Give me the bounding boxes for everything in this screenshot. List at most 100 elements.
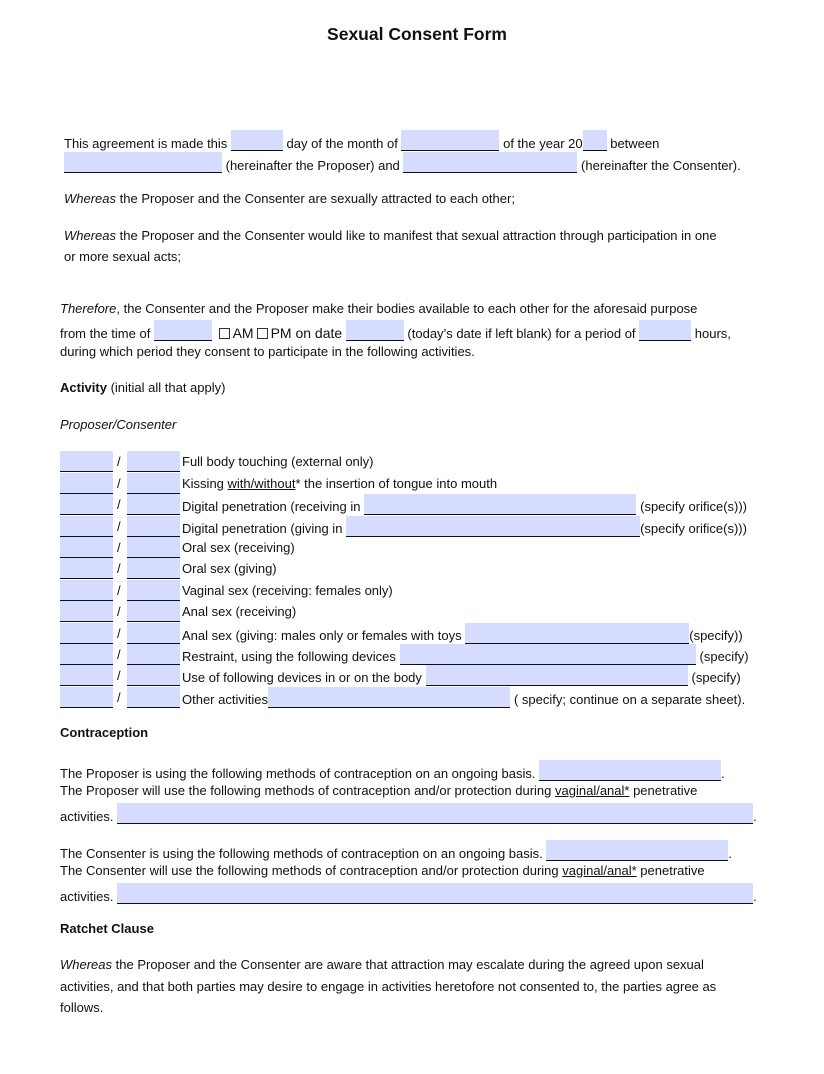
intro-text: (hereinafter the Proposer) and	[225, 158, 400, 173]
vaginal-anal-option: vaginal/anal*	[555, 783, 630, 798]
proposer-activities-line: activities. .	[60, 803, 757, 826]
period: .	[721, 766, 725, 781]
proposer-initial-field[interactable]	[60, 687, 113, 708]
proposer-initial-field[interactable]	[60, 451, 113, 472]
proposer-initial-field[interactable]	[60, 665, 113, 686]
consenter-initial-field[interactable]	[127, 601, 180, 622]
consenter-will-line: The Consenter will use the following met…	[60, 862, 705, 880]
activity-specify-field[interactable]	[346, 516, 641, 537]
consenter-name-field[interactable]	[403, 152, 578, 173]
pm-label: PM on date	[270, 325, 343, 341]
consenter-initial-field[interactable]	[127, 558, 180, 579]
ratchet-text: the Proposer and the Consenter are aware…	[112, 957, 704, 972]
whereas-clause-1: Whereas the Proposer and the Consenter a…	[64, 190, 515, 208]
proposer-will-line: The Proposer will use the following meth…	[60, 782, 697, 800]
proposer-initial-field[interactable]	[60, 473, 113, 494]
activity-label-text: Anal sex (receiving)	[182, 604, 297, 619]
consenter-initial-field[interactable]	[127, 494, 180, 515]
activity-label-text: Anal sex (giving: males only or females …	[182, 628, 462, 643]
activity-specify-field[interactable]	[465, 623, 690, 644]
proposer-will-text: The Proposer will use the following meth…	[60, 783, 556, 798]
activity-specify-field[interactable]	[364, 494, 637, 515]
activity-label-text: Full body touching (external only)	[182, 454, 374, 469]
proposer-ongoing-field[interactable]	[539, 760, 722, 781]
separator-slash: /	[117, 497, 121, 512]
date-field[interactable]	[345, 320, 404, 341]
consenter-initial-field[interactable]	[127, 623, 180, 644]
am-label: AM	[232, 325, 254, 341]
with-without-option: with/without	[227, 476, 296, 491]
ratchet-lead: Whereas	[60, 957, 113, 972]
proposer-protection-field[interactable]	[117, 803, 754, 824]
activity-label-text: Digital penetration (receiving in	[182, 499, 361, 514]
therefore-text: , the Consenter and the Proposer make th…	[116, 301, 698, 316]
contraception-heading: Contraception	[60, 725, 149, 740]
consenter-initial-field[interactable]	[127, 644, 180, 665]
activity-heading-bold: Activity	[60, 380, 107, 395]
therefore-line-2: from the time of AM PM on date (today’s d…	[60, 320, 731, 343]
whereas-clause-2-cont: or more sexual acts;	[64, 249, 182, 264]
whereas-lead: Whereas	[64, 228, 117, 243]
consenter-initial-field[interactable]	[127, 687, 180, 708]
hours-field[interactable]	[639, 320, 692, 341]
therefore-line-3: during which period they consent to part…	[60, 344, 475, 359]
time-field[interactable]	[153, 320, 212, 341]
consenter-ongoing-field[interactable]	[546, 840, 729, 861]
intro-line-1: This agreement is made this day of the m…	[64, 130, 659, 153]
activity-label-text: Oral sex (giving)	[182, 561, 277, 576]
activity-heading: Activity (initial all that apply)	[60, 379, 225, 397]
proposer-initial-field[interactable]	[60, 601, 113, 622]
pm-checkbox[interactable]	[256, 328, 268, 340]
proposer-initial-field[interactable]	[60, 644, 113, 665]
page-title: Sexual Consent Form	[327, 24, 507, 44]
todays-date-text: (today’s date if left blank) for a perio…	[407, 326, 636, 341]
activity-specify-field[interactable]	[267, 687, 510, 708]
activity-label: Anal sex (receiving)	[182, 601, 296, 622]
activity-label: Digital penetration (receiving in (speci…	[182, 494, 747, 517]
intro-text: This agreement is made this	[64, 136, 228, 151]
specify-note: (specify)	[691, 670, 741, 685]
proposer-name-field[interactable]	[64, 152, 222, 173]
whereas-clause-2: Whereas the Proposer and the Consenter w…	[64, 227, 717, 245]
specify-note: ( specify; continue on a separate sheet)…	[513, 692, 746, 707]
proposer-initial-field[interactable]	[60, 580, 113, 601]
proposer-initial-field[interactable]	[60, 558, 113, 579]
proposer-initial-field[interactable]	[60, 537, 113, 558]
whereas-text: the Proposer and the Consenter would lik…	[116, 228, 717, 243]
ratchet-heading: Ratchet Clause	[60, 921, 154, 936]
consenter-initial-field[interactable]	[127, 516, 180, 537]
specify-note: (specify orifice(s)))	[640, 521, 747, 536]
specify-note: (specify)	[699, 649, 749, 664]
hours-label: hours,	[694, 326, 731, 341]
consenter-initial-field[interactable]	[127, 665, 180, 686]
proposer-initial-field[interactable]	[60, 494, 113, 515]
consenter-initial-field[interactable]	[127, 537, 180, 558]
day-field[interactable]	[230, 130, 283, 151]
activity-label: Restraint, using the following devices (…	[182, 644, 749, 667]
separator-slash: /	[117, 476, 121, 491]
separator-slash: /	[117, 626, 121, 641]
consenter-initial-field[interactable]	[127, 451, 180, 472]
activity-label-text: Oral sex (receiving)	[182, 540, 295, 555]
activity-label: Oral sex (receiving)	[182, 537, 295, 558]
year-field[interactable]	[582, 130, 607, 151]
separator-slash: /	[117, 540, 121, 555]
whereas-lead: Whereas	[64, 191, 117, 206]
period: .	[753, 889, 757, 904]
specify-note: (specify))	[689, 628, 743, 643]
proposer-initial-field[interactable]	[60, 623, 113, 644]
activity-label-text: Use of following devices in or on the bo…	[182, 670, 422, 685]
activity-specify-field[interactable]	[425, 665, 688, 686]
consenter-initial-field[interactable]	[127, 580, 180, 601]
activity-label: Oral sex (giving)	[182, 558, 277, 579]
activity-specify-field[interactable]	[399, 644, 696, 665]
consenter-initial-field[interactable]	[127, 473, 180, 494]
proposer-initial-field[interactable]	[60, 516, 113, 537]
month-field[interactable]	[401, 130, 500, 151]
am-checkbox[interactable]	[218, 328, 230, 340]
activity-label: Other activities ( specify; continue on a…	[182, 687, 745, 710]
ratchet-line-1: Whereas the Proposer and the Consenter a…	[60, 956, 704, 974]
separator-slash: /	[117, 647, 121, 662]
separator-slash: /	[117, 454, 121, 469]
consenter-protection-field[interactable]	[117, 883, 754, 904]
